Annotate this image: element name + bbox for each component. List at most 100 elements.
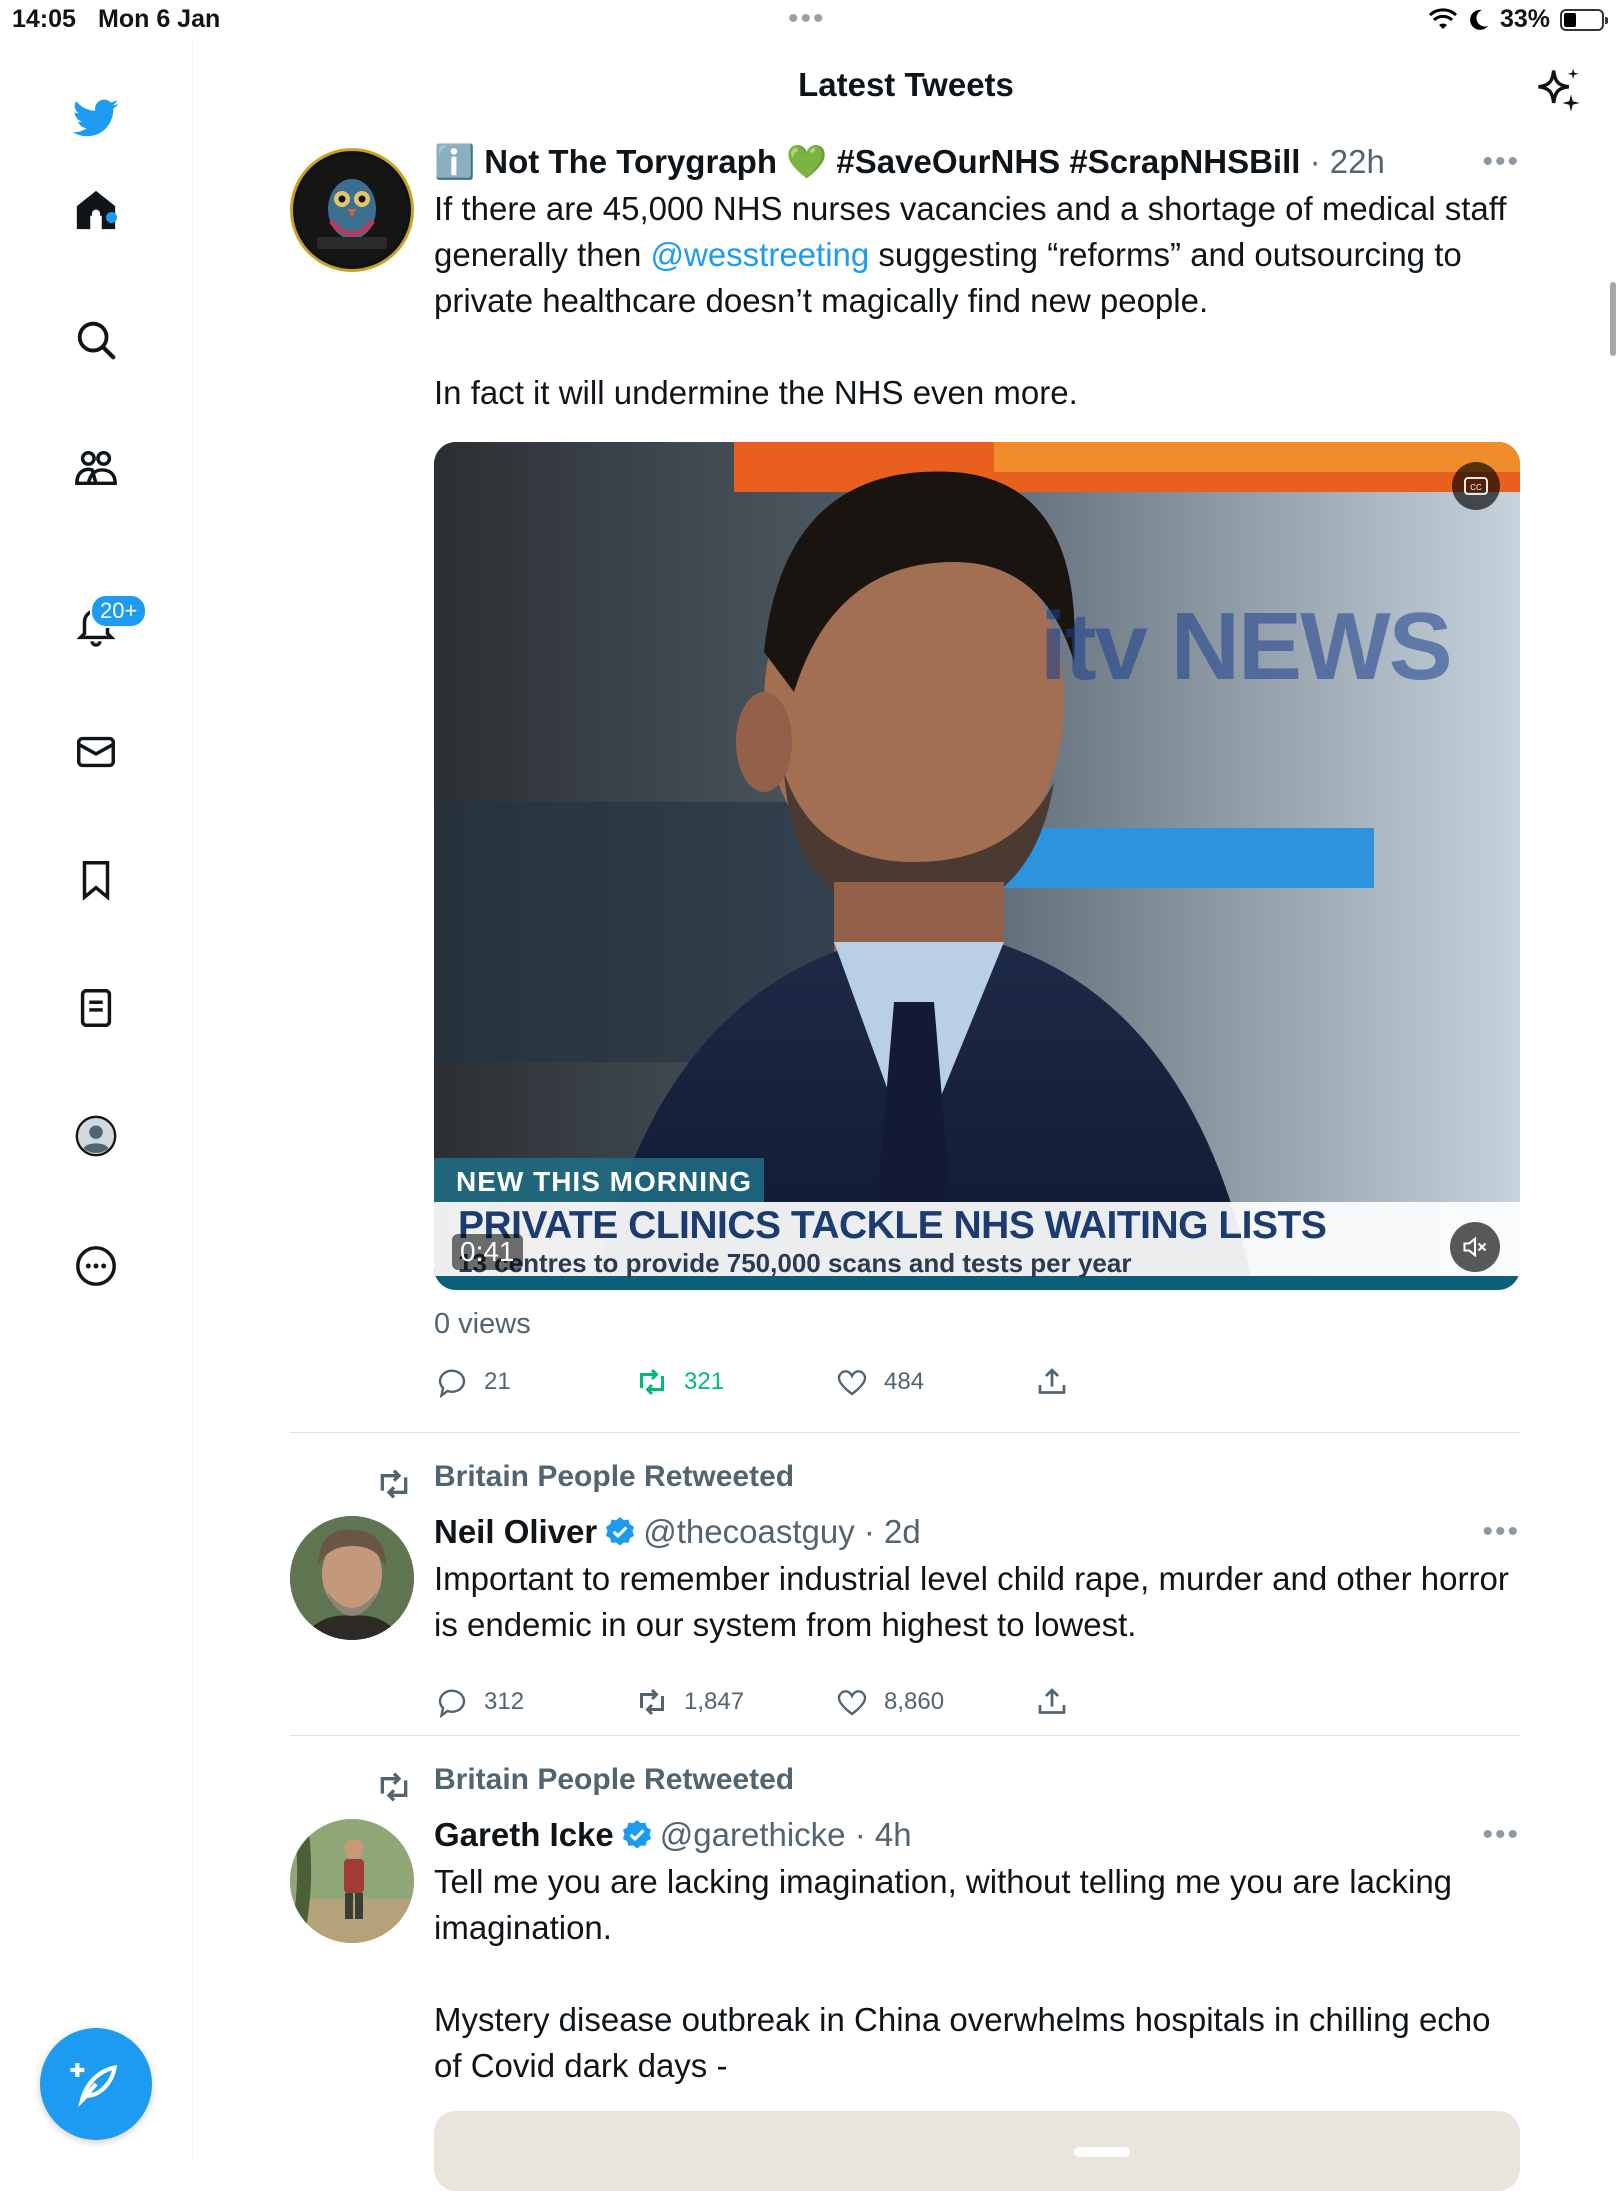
multitasking-dots[interactable]: •••: [788, 2, 826, 36]
heart-icon: [837, 1370, 867, 1396]
tweet-text: Tell me you are lacking imagination, wit…: [434, 1863, 1491, 2084]
video-headline: PRIVATE CLINICS TACKLE NHS WAITING LISTS: [458, 1204, 1327, 1247]
battery-fill: [1564, 12, 1576, 27]
retweeted-by[interactable]: Britain People Retweeted: [434, 1460, 794, 1494]
battery-icon: [1560, 8, 1608, 31]
author-name[interactable]: Gareth Icke: [434, 1813, 614, 1857]
tweet-header: ℹ️ Not The Torygraph 💚 #SaveOurNHS #Scra…: [434, 140, 1520, 184]
retweet-count: 321: [684, 1368, 725, 1395]
svg-text:CC: CC: [1470, 483, 1482, 492]
reply-icon: [438, 1689, 466, 1719]
wifi-icon: [1428, 7, 1457, 29]
notification-badge: 20+: [90, 594, 148, 628]
share-icon: [1038, 1368, 1066, 1394]
search-icon[interactable]: [66, 310, 126, 370]
retweet-indicator-icon: [380, 1469, 408, 1499]
home-unread-dot: [106, 212, 117, 223]
speaker-muted-icon: [1463, 1236, 1487, 1258]
tweet-text: If there are 45,000 NHS nurses vacancies…: [434, 186, 1520, 416]
captions-icon: CC: [1464, 477, 1488, 495]
verified-badge-icon: [622, 1820, 651, 1849]
heart-icon: [837, 1690, 867, 1716]
retweet-button[interactable]: 321: [634, 1364, 834, 1400]
tweet-content: Neil Oliver @thecoastguy · 2d ••• Import…: [434, 1510, 1520, 1648]
reply-count: 312: [484, 1688, 525, 1715]
retweet-indicator-icon: [380, 1772, 408, 1802]
reply-button[interactable]: 312: [434, 1684, 634, 1720]
status-right: 33%: [1428, 5, 1608, 34]
itv-logo: itv NEWS: [1040, 593, 1453, 700]
ceiling-light: [1074, 2147, 1130, 2157]
tweet-video[interactable]: itv NEWS NEW THIS MORNING PRIVATE CLINIC…: [434, 442, 1520, 1290]
author-handle[interactable]: @garethicke: [660, 1813, 846, 1857]
status-bar: 14:05 Mon 6 Jan ••• 33%: [0, 0, 1620, 38]
profile-icon[interactable]: [66, 1106, 126, 1166]
avatar[interactable]: [290, 148, 414, 272]
tweet-content: ℹ️ Not The Torygraph 💚 #SaveOurNHS #Scra…: [434, 140, 1520, 416]
like-button[interactable]: 484: [834, 1364, 1034, 1400]
communities-icon[interactable]: [66, 438, 126, 498]
tweet-time[interactable]: · 4h: [855, 1813, 912, 1857]
retweet-button[interactable]: 1,847: [634, 1684, 834, 1720]
author-handle[interactable]: @thecoastguy: [643, 1510, 854, 1554]
more-circle-icon[interactable]: [66, 1236, 126, 1296]
author-name[interactable]: Neil Oliver: [434, 1510, 597, 1554]
tweet-text: Important to remember industrial level c…: [434, 1560, 1509, 1643]
tweet-actions: 312 1,847 8,860: [434, 1682, 1234, 1722]
more-options-icon[interactable]: •••: [1482, 1510, 1520, 1554]
tweet-time[interactable]: · 2d: [864, 1510, 921, 1554]
more-options-icon[interactable]: •••: [1482, 140, 1520, 184]
mail-icon[interactable]: [66, 722, 126, 782]
retweet-count: 1,847: [684, 1688, 745, 1715]
battery-percent: 33%: [1499, 5, 1550, 33]
verified-badge-icon: [606, 1517, 635, 1546]
avatar[interactable]: [290, 1819, 414, 1943]
info-emoji: ℹ️: [434, 143, 476, 180]
retweeted-by[interactable]: Britain People Retweeted: [434, 1763, 794, 1797]
sparkle-icon[interactable]: [1532, 64, 1584, 116]
tweet-divider: [290, 1735, 1520, 1736]
view-count: 0 views: [434, 1308, 531, 1340]
tweet-actions: 21 321 484: [434, 1362, 1234, 1402]
lists-icon[interactable]: [66, 978, 126, 1038]
tweet[interactable]: ℹ️ Not The Torygraph 💚 #SaveOurNHS #Scra…: [290, 140, 1520, 1399]
share-button[interactable]: [1034, 1364, 1234, 1400]
tweet-time[interactable]: · 22h: [1310, 140, 1385, 184]
reply-icon: [438, 1369, 466, 1399]
status-date: Mon 6 Jan: [98, 5, 221, 33]
reply-button[interactable]: 21: [434, 1364, 634, 1400]
home-icon[interactable]: [66, 180, 126, 240]
tweet[interactable]: Britain People Retweeted Neil Oliver @th…: [290, 1460, 1520, 1720]
author-name[interactable]: ℹ️ Not The Torygraph 💚 #SaveOurNHS #Scra…: [434, 140, 1300, 184]
like-count: 8,860: [884, 1688, 945, 1715]
share-icon: [1038, 1688, 1066, 1714]
tweet[interactable]: Britain People Retweeted Gareth Icke @ga…: [290, 1763, 1520, 2191]
moon-icon: [1470, 9, 1488, 30]
like-count: 484: [884, 1368, 925, 1395]
tweet-content: Gareth Icke @garethicke · 4h ••• Tell me…: [434, 1813, 1520, 2089]
avatar-photo: [290, 1516, 414, 1640]
tweet-image-preview[interactable]: [434, 2111, 1520, 2191]
sidebar: 20+: [0, 38, 193, 2160]
more-options-icon[interactable]: •••: [1482, 1813, 1520, 1857]
status-time: 14:05: [12, 5, 76, 33]
retweet-icon: [640, 1368, 664, 1396]
tweet-divider: [290, 1432, 1520, 1433]
feather-plus-icon: [70, 2063, 118, 2108]
retweet-icon: [640, 1688, 664, 1716]
compose-tweet-button[interactable]: [40, 2028, 152, 2140]
scrollbar[interactable]: [1610, 282, 1616, 356]
tweet-header: Gareth Icke @garethicke · 4h •••: [434, 1813, 1520, 1857]
bookmark-icon[interactable]: [66, 850, 126, 910]
mute-button[interactable]: [1450, 1222, 1500, 1272]
author-name-text: Not The Torygraph 💚 #SaveOurNHS #ScrapNH…: [484, 143, 1301, 180]
twitter-logo-icon[interactable]: [66, 88, 126, 148]
avatar[interactable]: [290, 1516, 414, 1640]
mention-link[interactable]: @wesstreeting: [650, 236, 869, 273]
tweet-header: Neil Oliver @thecoastguy · 2d •••: [434, 1510, 1520, 1554]
captions-button[interactable]: CC: [1452, 462, 1500, 510]
like-button[interactable]: 8,860: [834, 1684, 1034, 1720]
page-title: Latest Tweets: [798, 66, 1014, 103]
video-duration: 0:41: [452, 1234, 523, 1270]
share-button[interactable]: [1034, 1684, 1234, 1720]
